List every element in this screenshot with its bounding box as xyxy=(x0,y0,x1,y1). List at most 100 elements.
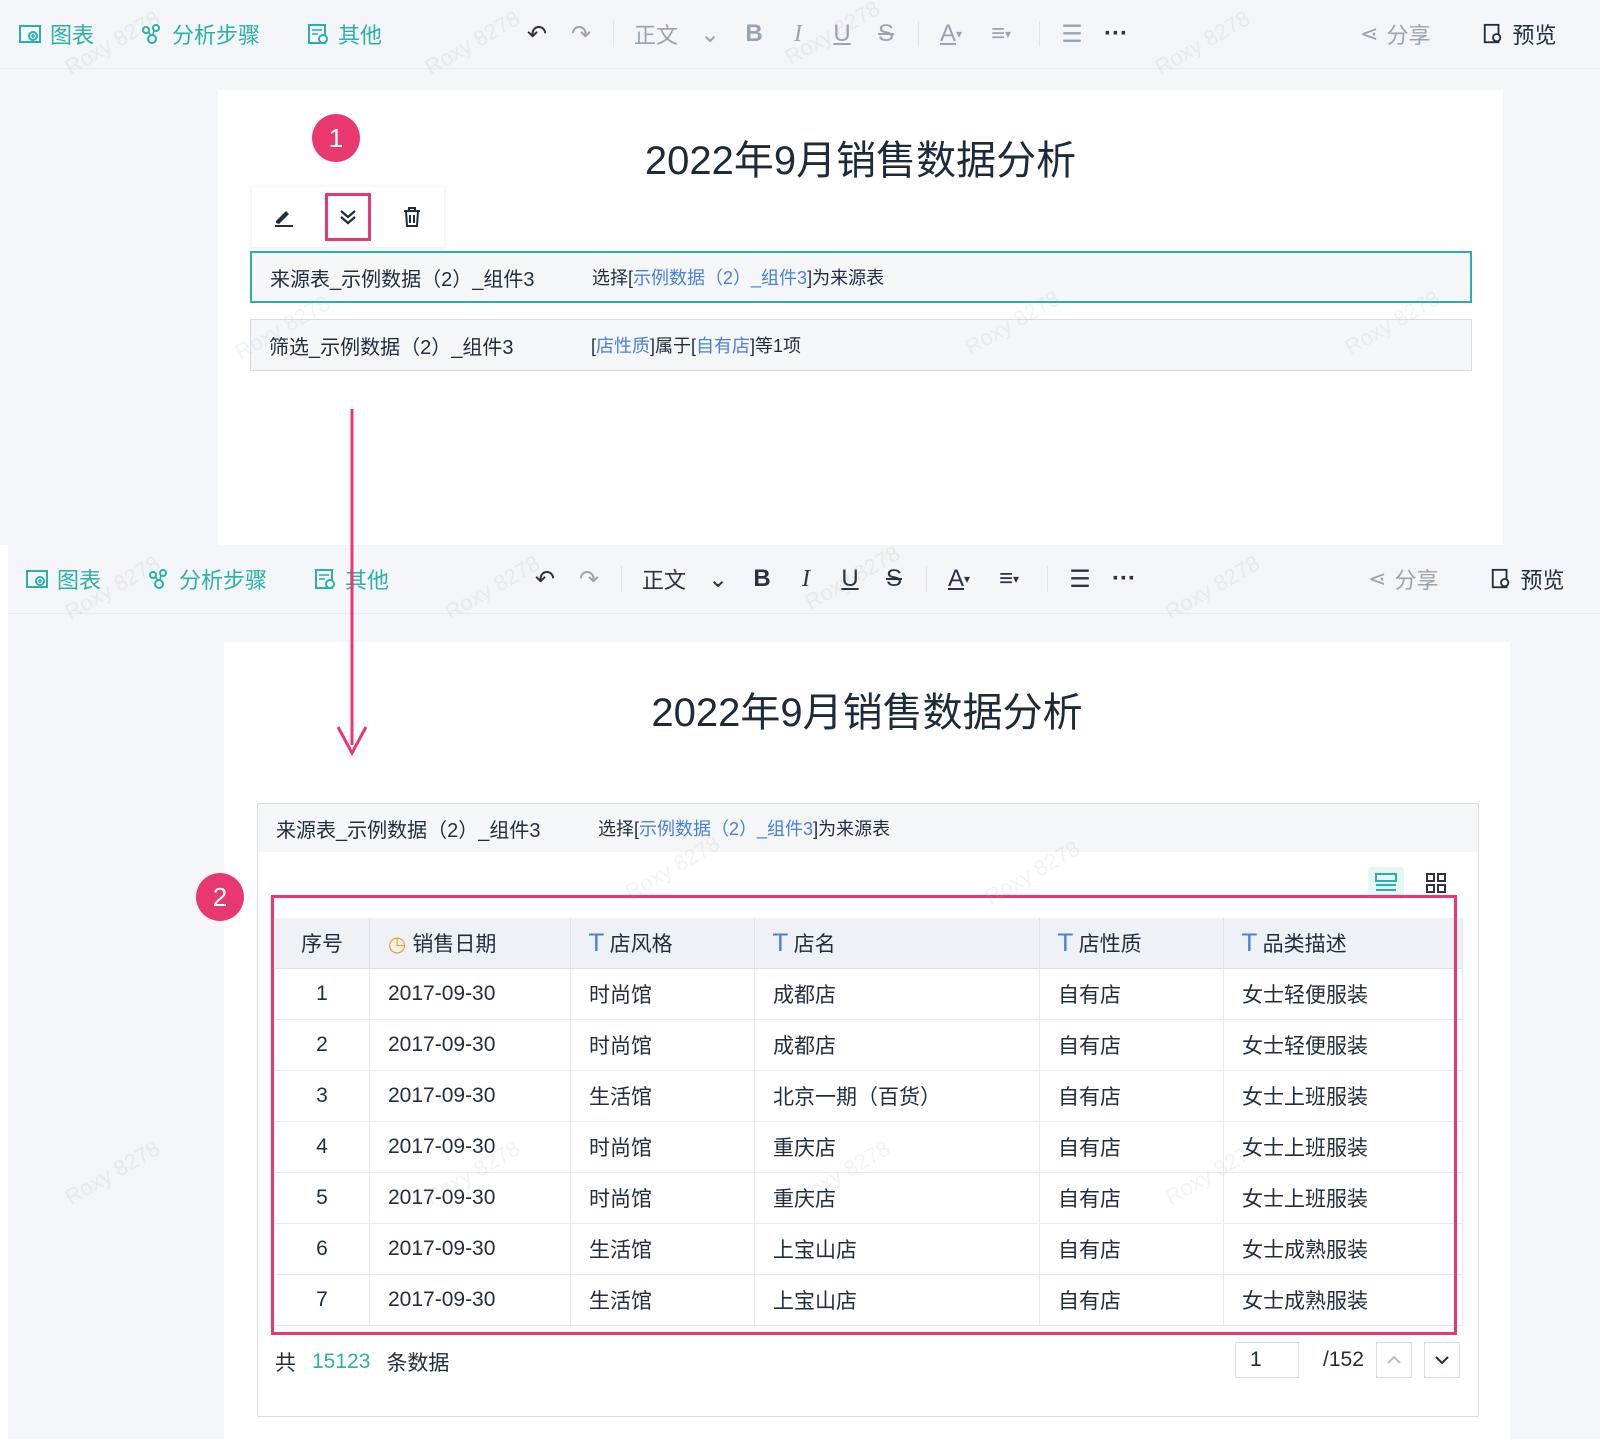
strikethrough-icon[interactable]: S xyxy=(864,12,908,56)
share-button[interactable]: ⋖ 分享 xyxy=(1368,563,1438,595)
other-icon xyxy=(308,24,329,44)
column-header-index[interactable]: 序号 xyxy=(275,918,370,969)
font-color-icon[interactable]: A ▾ xyxy=(937,557,981,601)
italic-icon[interactable]: I xyxy=(776,12,820,56)
align-icon[interactable]: ≡ ▾ xyxy=(973,12,1029,56)
chart-icon xyxy=(19,25,41,43)
list-icon[interactable]: ☰ xyxy=(1050,12,1094,56)
cell-store-name: 北京一期（百货） xyxy=(754,1070,1040,1122)
undo-icon[interactable]: ↶ xyxy=(523,557,567,601)
text-type-icon: T xyxy=(1242,929,1257,957)
divider xyxy=(1039,21,1041,47)
more-icon[interactable]: ··· xyxy=(1102,557,1146,601)
redo-icon[interactable]: ↷ xyxy=(559,12,603,56)
expand-button[interactable] xyxy=(325,193,371,241)
share-icon: ⋖ xyxy=(1360,21,1379,46)
next-page-button[interactable] xyxy=(1423,1342,1460,1378)
table-row: 2 2017-09-30 时尚馆 成都店 自有店 女士轻便服装 xyxy=(275,1019,1463,1071)
delete-button[interactable] xyxy=(380,187,444,247)
cell-store-style: 生活馆 xyxy=(570,1274,755,1326)
preview-button[interactable]: 预览 xyxy=(1482,18,1556,50)
preview-button[interactable]: 预览 xyxy=(1490,563,1564,595)
more-icon[interactable]: ··· xyxy=(1094,12,1138,56)
table-row: 1 2017-09-30 时尚馆 成都店 自有店 女士轻便服装 xyxy=(275,968,1463,1020)
analysis-steps-button[interactable]: 分析步骤 xyxy=(147,563,267,595)
edit-button[interactable] xyxy=(252,187,316,247)
underline-icon[interactable]: U xyxy=(820,12,864,56)
share-button[interactable]: ⋖ 分享 xyxy=(1360,18,1430,50)
italic-icon[interactable]: I xyxy=(784,557,828,601)
expanded-step-header[interactable]: 来源表_示例数据（2）_组件3 选择[示例数据（2）_组件3]为来源表 xyxy=(258,804,1478,852)
step-filter[interactable]: 筛选_示例数据（2）_组件3 [店性质]属于[自有店]等1项 xyxy=(250,319,1472,371)
cell-store-type: 自有店 xyxy=(1039,1223,1224,1275)
chevron-down-icon xyxy=(1435,1356,1449,1365)
chevron-down-icon[interactable]: ⌄ xyxy=(696,557,740,601)
table-row: 4 2017-09-30 时尚馆 重庆店 自有店 女士上班服装 xyxy=(275,1121,1463,1173)
font-color-icon[interactable]: A ▾ xyxy=(929,12,973,56)
cell-sales-date: 2017-09-30 xyxy=(369,1172,571,1224)
text-style-select[interactable]: 正文 xyxy=(624,18,688,50)
text-type-icon: T xyxy=(589,929,604,957)
redo-icon[interactable]: ↷ xyxy=(567,557,611,601)
column-header-store-type[interactable]: T 店性质 xyxy=(1039,918,1224,969)
cell-sales-date: 2017-09-30 xyxy=(369,1274,571,1326)
double-chevron-down-icon xyxy=(340,210,356,225)
page-title: 2022年9月销售数据分析 xyxy=(644,139,1077,183)
step-description: 选择[示例数据（2）_组件3]为来源表 xyxy=(598,819,891,839)
top-toolbar: 图表 分析步骤 其他 ↶ ↷ 正文 ⌄ B I U S A ▾ ≡ ▾ ☰ ··· … xyxy=(0,0,1600,69)
previous-page-button[interactable] xyxy=(1375,1342,1412,1378)
font-color-letter: A xyxy=(939,20,956,47)
cell-store-style: 时尚馆 xyxy=(570,968,755,1020)
other-label: 其他 xyxy=(338,23,383,48)
cell-store-name: 重庆店 xyxy=(754,1172,1040,1224)
bold-icon[interactable]: B xyxy=(732,12,776,56)
column-header-sales-date[interactable]: ◷ 销售日期 xyxy=(369,918,571,969)
align-icon[interactable]: ≡ ▾ xyxy=(981,557,1037,601)
view-toggle xyxy=(1368,867,1454,899)
chevron-down-icon[interactable]: ⌄ xyxy=(688,12,732,56)
grid-view-button[interactable] xyxy=(1418,867,1454,899)
source-link[interactable]: 示例数据（2）_组件3 xyxy=(639,819,813,839)
total-suffix: 条数据 xyxy=(386,1352,450,1375)
underline-icon[interactable]: U xyxy=(828,557,872,601)
other-button[interactable]: 其他 xyxy=(306,18,382,50)
step-source-table[interactable]: 来源表_示例数据（2）_组件3 选择[示例数据（2）_组件3]为来源表 xyxy=(250,251,1472,303)
strikethrough-icon[interactable]: S xyxy=(872,557,916,601)
preview-icon xyxy=(1484,23,1502,44)
text-type-icon: T xyxy=(1058,929,1073,957)
table-row: 5 2017-09-30 时尚馆 重庆店 自有店 女士上班服装 xyxy=(275,1172,1463,1224)
preview-label: 预览 xyxy=(1512,23,1557,48)
page-number-input[interactable]: 1 xyxy=(1235,1342,1299,1378)
font-color-letter: A xyxy=(947,565,964,592)
column-header-category[interactable]: T 品类描述 xyxy=(1223,918,1463,969)
bold-icon[interactable]: B xyxy=(740,557,784,601)
chevron-up-icon xyxy=(1387,1355,1401,1364)
share-label: 分享 xyxy=(1386,23,1431,48)
cell-index: 2 xyxy=(275,1019,370,1071)
source-link[interactable]: 示例数据（2）_组件3 xyxy=(633,268,807,288)
step-name: 来源表_示例数据（2）_组件3 xyxy=(270,268,535,291)
column-header-store-name[interactable]: T 店名 xyxy=(754,918,1040,969)
filter-field: 店性质 xyxy=(596,336,651,356)
chart-button[interactable]: 图表 xyxy=(25,563,101,595)
list-icon[interactable]: ☰ xyxy=(1058,557,1102,601)
analysis-steps-button[interactable]: 分析步骤 xyxy=(140,18,260,50)
cell-store-style: 生活馆 xyxy=(570,1223,755,1275)
cell-store-type: 自有店 xyxy=(1039,968,1224,1020)
cell-sales-date: 2017-09-30 xyxy=(369,1121,571,1173)
chart-button[interactable]: 图表 xyxy=(18,18,94,50)
cell-category: 女士成熟服装 xyxy=(1223,1274,1463,1326)
table-view-icon xyxy=(1375,873,1397,891)
cell-store-name: 上宝山店 xyxy=(754,1223,1040,1275)
cell-sales-date: 2017-09-30 xyxy=(369,968,571,1020)
undo-icon[interactable]: ↶ xyxy=(515,12,559,56)
table-row: 6 2017-09-30 生活馆 上宝山店 自有店 女士成熟服装 xyxy=(275,1223,1463,1275)
divider xyxy=(1047,566,1049,592)
table-view-button[interactable] xyxy=(1368,867,1404,899)
text-style-select[interactable]: 正文 xyxy=(632,563,696,595)
table-row: 7 2017-09-30 生活馆 上宝山店 自有店 女士成熟服装 xyxy=(275,1274,1463,1326)
chart-label: 图表 xyxy=(50,23,95,48)
column-header-store-style[interactable]: T 店风格 xyxy=(570,918,755,969)
grid-view-icon xyxy=(1426,873,1446,893)
date-type-icon: ◷ xyxy=(388,933,407,956)
